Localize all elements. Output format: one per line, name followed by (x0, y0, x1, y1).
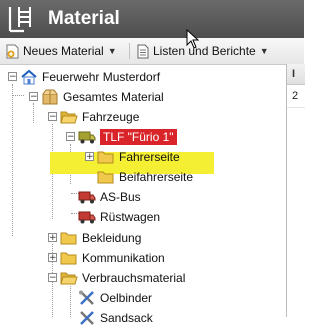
expand-toggle[interactable]: + (48, 233, 57, 243)
tools-icon (79, 290, 94, 305)
tree-node-root[interactable]: − Feuerwehr Musterdorf (8, 67, 160, 86)
tree-node-gesamtes-material[interactable]: − Gesamtes Material (29, 87, 164, 106)
grid-cell[interactable]: 2 (287, 85, 305, 108)
ladder-icon (8, 7, 31, 33)
tree-connector (12, 95, 24, 96)
open-folder-icon (60, 111, 78, 123)
expand-toggle[interactable]: + (48, 253, 57, 263)
detail-grid: I 2 (286, 64, 305, 317)
tree-node-label: AS-Bus (100, 189, 141, 204)
tree-node-label: Feuerwehr Musterdorf (42, 69, 161, 84)
folder-icon (60, 232, 77, 244)
expand-toggle[interactable]: + (85, 152, 94, 162)
package-icon (42, 89, 58, 104)
page-title: Material (48, 8, 120, 29)
tree-node-label: Kommunikation (82, 250, 165, 265)
lists-reports-button[interactable]: Listen und Berichte ▼ (137, 42, 269, 60)
chevron-down-icon: ▼ (107, 46, 117, 56)
toolbar: Neues Material ▼ Listen und Berichte ▼ (0, 38, 304, 65)
truck-icon (78, 211, 96, 223)
tree-node-label: Sandsack (100, 310, 153, 325)
collapse-toggle[interactable]: − (66, 132, 75, 142)
tree-node-fahrzeuge[interactable]: − Fahrzeuge (48, 107, 139, 126)
new-material-label: Neues Material (23, 44, 104, 58)
tree-connector (70, 286, 71, 317)
collapse-toggle[interactable]: − (48, 273, 57, 283)
collapse-toggle[interactable]: − (48, 112, 57, 122)
lists-reports-label: Listen und Berichte (153, 44, 256, 58)
collapse-toggle[interactable]: − (29, 92, 38, 102)
app-header: Material (0, 0, 304, 38)
tree-node-as-bus[interactable]: AS-Bus (78, 187, 141, 206)
truck-icon (78, 191, 96, 203)
tools-icon (80, 310, 94, 325)
tree-node-label: Bekleidung (82, 230, 142, 245)
material-tree: − Feuerwehr Musterdorf − Gesamtes Materi… (0, 64, 286, 325)
tree-node-tlf[interactable]: − TLF "Fürio 1" (66, 127, 177, 146)
collapse-toggle[interactable]: − (8, 72, 17, 82)
tree-node-ruestwagen[interactable]: Rüstwagen (78, 207, 160, 226)
tree-node-label: Rüstwagen (100, 209, 161, 224)
tree-connector (33, 103, 34, 123)
tree-node-label: Oelbinder (100, 290, 153, 305)
tree-node-oelbinder[interactable]: Oelbinder (78, 288, 152, 307)
tree-node-label: Gesamtes Material (63, 89, 164, 104)
folder-icon (97, 171, 114, 183)
tree-node-label: TLF "Fürio 1" (100, 128, 177, 145)
new-material-button[interactable]: Neues Material ▼ (6, 42, 117, 60)
document-list-icon (137, 44, 149, 58)
tree-node-verbrauchsmaterial[interactable]: − Verbrauchsmaterial (48, 268, 185, 287)
tree-node-bekleidung[interactable]: + Bekleidung (48, 228, 141, 247)
add-document-icon (6, 44, 19, 58)
tree-node-label: Fahrzeuge (82, 109, 140, 124)
toolbar-separator (129, 43, 130, 59)
truck-icon (78, 131, 96, 143)
grid-column-header[interactable]: I (287, 64, 305, 85)
folder-icon (60, 252, 77, 264)
tree-node-kommunikation[interactable]: + Kommunikation (48, 248, 165, 267)
tree-node-label: Fahrerseite (119, 149, 180, 164)
tree-node-label: Verbrauchsmaterial (82, 270, 186, 285)
tree-node-fahrerseite[interactable]: + Fahrerseite (85, 147, 180, 166)
tree-node-sandsack[interactable]: Sandsack (78, 308, 153, 327)
chevron-down-icon: ▼ (259, 46, 269, 56)
home-icon (21, 69, 37, 84)
tree-connector (12, 84, 13, 236)
folder-icon (97, 151, 114, 163)
open-folder-icon (60, 272, 78, 284)
mouse-cursor-icon (186, 29, 200, 49)
tree-node-label: Beifahrerseite (119, 169, 194, 184)
tree-node-beifahrerseite[interactable]: Beifahrerseite (97, 167, 193, 186)
